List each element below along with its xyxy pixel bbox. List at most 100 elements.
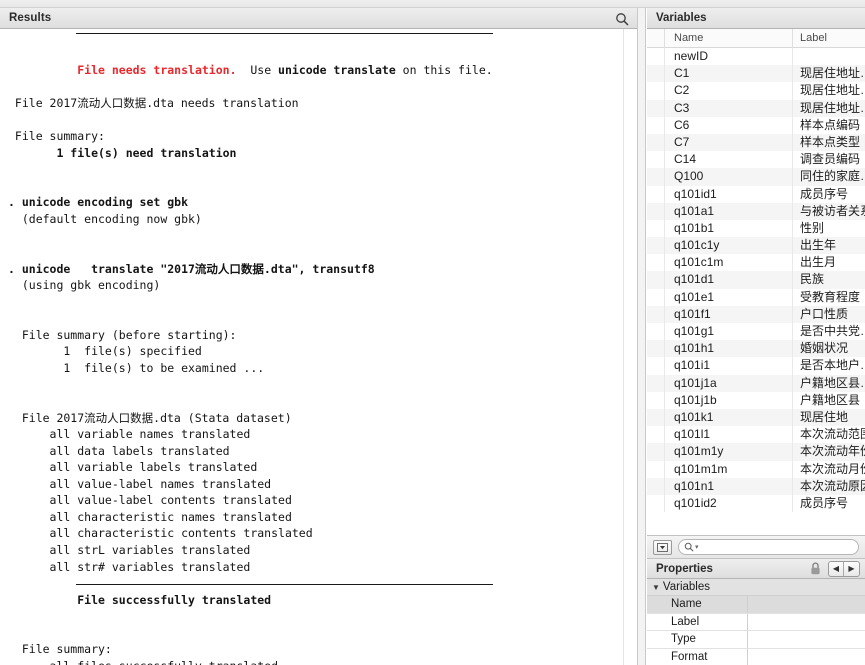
variable-checkbox-cell[interactable] [647, 65, 665, 83]
console-line: 1 file(s) specified [8, 344, 202, 359]
variable-row[interactable]: C7 样本点类型 [647, 133, 865, 152]
variable-row[interactable]: newID [647, 48, 865, 66]
filter-dropdown-icon[interactable] [653, 539, 672, 555]
variable-label: 本次流动原因 [800, 478, 865, 493]
variable-checkbox-cell[interactable] [647, 254, 665, 272]
variable-checkbox-cell[interactable] [647, 185, 665, 203]
variable-row[interactable]: C3 现居住地址… [647, 99, 865, 117]
variable-row[interactable]: q101f1 户口性质 [647, 305, 865, 323]
variable-row[interactable]: q101g1 是否中共党… [647, 323, 865, 341]
variables-column-header-name[interactable]: Name [665, 28, 793, 48]
console-line: all value-label contents translated [8, 493, 292, 508]
variable-row[interactable]: q101m1m 本次流动月份 [647, 460, 865, 478]
variable-checkbox-cell[interactable] [647, 391, 665, 409]
variable-checkbox-cell[interactable] [647, 288, 665, 306]
variable-row[interactable]: q101k1 现居住地 [647, 408, 865, 427]
variable-row[interactable]: q101l1 本次流动范围 [647, 426, 865, 444]
pane-divider[interactable] [637, 8, 646, 665]
variable-name: q101b1 [665, 219, 793, 238]
variable-name: q101f1 [665, 305, 793, 323]
variable-row[interactable]: q101c1y 出生年 [647, 237, 865, 255]
properties-nav-arrows[interactable]: ◀ ▶ [828, 560, 860, 577]
variable-checkbox-cell[interactable] [647, 133, 665, 152]
variable-checkbox-cell[interactable] [647, 426, 665, 444]
variable-row[interactable]: q101m1y 本次流动年份 [647, 443, 865, 461]
variable-checkbox-cell[interactable] [647, 271, 665, 289]
variable-row[interactable]: q101d1 民族 [647, 271, 865, 289]
property-key: Format [647, 648, 748, 665]
console-segment: File needs translation. [77, 63, 237, 78]
chevron-right-icon[interactable]: ▶ [844, 562, 859, 576]
variable-row[interactable]: C2 现居住地址… [647, 82, 865, 100]
property-row[interactable]: Name [647, 596, 865, 614]
variable-checkbox-cell[interactable] [647, 408, 665, 427]
variable-checkbox-cell[interactable] [647, 477, 665, 495]
variable-row[interactable]: q101e1 受教育程度 [647, 288, 865, 306]
variable-label: 婚姻状况 [800, 341, 849, 356]
variable-row[interactable]: q101j1a 户籍地区县… [647, 374, 865, 392]
console-line: 1 file(s) need translation [8, 145, 237, 160]
variable-checkbox-cell[interactable] [647, 151, 665, 169]
variable-row[interactable]: q101j1b 户籍地区县 [647, 391, 865, 409]
variable-row[interactable]: q101h1 婚姻状况 [647, 340, 865, 358]
variables-list[interactable]: newID C1 现居住地址… C2 现居住地址… C3 现居住地址… C6 样本点编码 C7 样本… [647, 48, 865, 535]
variable-row[interactable]: Q100 同住的家庭… [647, 168, 865, 186]
variable-checkbox-cell[interactable] [647, 357, 665, 375]
chevron-left-icon[interactable]: ◀ [829, 561, 844, 576]
property-value[interactable] [748, 613, 865, 630]
variable-row[interactable]: C6 样本点编码 [647, 116, 865, 134]
variable-row[interactable]: q101id2 成员序号 [647, 494, 865, 513]
variable-checkbox-cell[interactable] [647, 168, 665, 186]
variable-checkbox-cell[interactable] [647, 340, 665, 358]
variable-checkbox-cell[interactable] [647, 460, 665, 478]
variable-row[interactable]: C14 调查员编码 [647, 151, 865, 169]
variable-label: 是否中共党… [800, 324, 865, 338]
variable-label: 性别 [800, 220, 825, 235]
variable-row[interactable]: q101c1m 出生月 [647, 254, 865, 272]
console-line: File 2017流动人口数据.dta (Stata dataset) [8, 410, 292, 425]
property-value[interactable] [748, 631, 865, 648]
variable-row[interactable]: C1 现居住地址… [647, 65, 865, 83]
variables-search-input[interactable] [698, 540, 858, 554]
variable-row[interactable]: q101n1 本次流动原因 [647, 477, 865, 495]
results-search-icon[interactable] [614, 11, 630, 27]
variable-checkbox-cell[interactable] [647, 443, 665, 461]
variable-checkbox-cell[interactable] [647, 237, 665, 255]
variable-label: 现居住地址… [800, 66, 865, 81]
properties-group-variables[interactable]: ▼ Variables [647, 579, 865, 596]
variables-column-header-label[interactable]: Label [793, 29, 865, 48]
variable-name: C7 [665, 133, 793, 152]
property-value[interactable] [748, 648, 865, 665]
property-row[interactable]: Label [647, 613, 865, 631]
console-line: File summary: [8, 642, 112, 657]
results-output-area[interactable]: File needs translation. Use unicode tran… [0, 29, 637, 665]
variable-row[interactable]: q101b1 性别 [647, 219, 865, 238]
variable-label: 成员序号 [800, 495, 849, 510]
variable-checkbox-cell[interactable] [647, 48, 665, 66]
console-line: (using gbk encoding) [8, 278, 161, 293]
property-value[interactable] [748, 596, 865, 613]
property-row[interactable]: Format [647, 648, 865, 665]
variable-checkbox-cell[interactable] [647, 99, 665, 117]
variable-checkbox-cell[interactable] [647, 305, 665, 323]
lock-icon[interactable] [810, 562, 821, 575]
variables-search-field[interactable]: ▾ [678, 539, 859, 555]
variable-row[interactable]: q101id1 成员序号 [647, 185, 865, 203]
property-key: Type [647, 631, 748, 648]
variable-checkbox-cell[interactable] [647, 82, 665, 100]
variable-name: q101j1a [665, 374, 793, 392]
results-vertical-scrollbar[interactable] [623, 29, 637, 665]
variable-checkbox-cell[interactable] [647, 374, 665, 392]
variable-checkbox-cell[interactable] [647, 219, 665, 238]
variable-checkbox-cell[interactable] [647, 323, 665, 341]
property-row[interactable]: Type [647, 631, 865, 649]
variable-row[interactable]: q101a1 与被访者关系 [647, 202, 865, 220]
variable-row[interactable]: q101i1 是否本地户… [647, 357, 865, 375]
disclosure-triangle-icon[interactable]: ▼ [652, 583, 660, 592]
variable-checkbox-cell[interactable] [647, 116, 665, 134]
variable-checkbox-cell[interactable] [647, 202, 665, 220]
variable-checkbox-cell[interactable] [647, 494, 665, 513]
